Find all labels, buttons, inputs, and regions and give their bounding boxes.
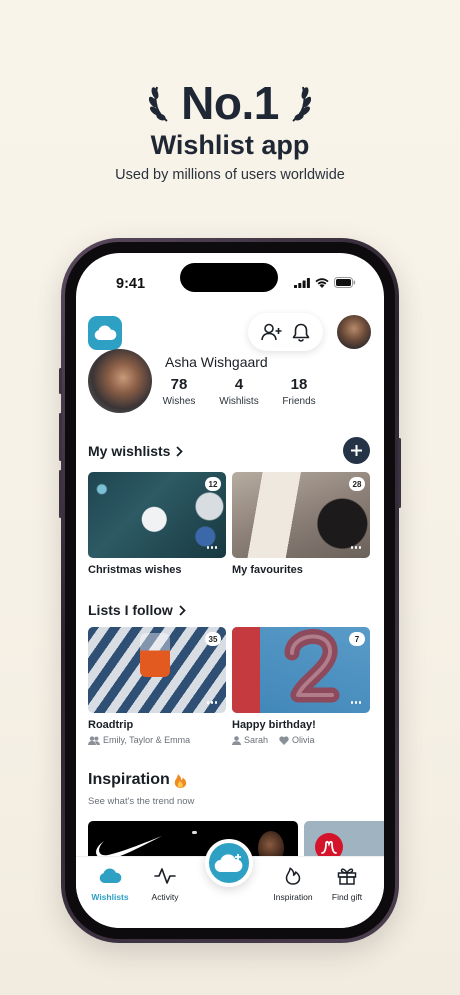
status-icons <box>294 277 356 288</box>
my-wishlists-title: My wishlists <box>88 443 171 459</box>
more-icon[interactable] <box>347 541 365 554</box>
wishlist-title: My favourites <box>232 564 303 576</box>
lists-follow-title: Lists I follow <box>88 602 173 618</box>
add-wish-button[interactable] <box>205 839 253 887</box>
status-time: 9:41 <box>116 276 146 292</box>
stat-label: Friends <box>282 396 316 407</box>
stat-wishes[interactable]: 78 Wishes <box>161 376 197 407</box>
item-count-badge: 28 <box>349 477 365 491</box>
image-detail <box>192 831 197 834</box>
wishlist-image: 12 <box>88 472 226 558</box>
fire-icon <box>174 773 186 788</box>
followed-list-card[interactable]: 7 Happy birthday! Sarah Olivia <box>232 627 370 745</box>
stat-value: 18 <box>290 376 308 393</box>
status-bar: 9:41 <box>76 253 384 299</box>
add-wishlist-button[interactable] <box>343 437 370 464</box>
more-icon[interactable] <box>203 696 221 709</box>
members-text: Emily, Taylor & Emma <box>103 735 191 745</box>
action-pill <box>248 313 323 351</box>
wishlist-title: Roadtrip <box>88 719 134 731</box>
wifi-icon <box>315 277 329 288</box>
profile-section: Asha Wishgaard 78 Wishes 4 Wishlists 18 … <box>76 349 384 419</box>
item-count-badge: 35 <box>205 632 221 646</box>
image-detail <box>232 627 260 713</box>
fire-icon <box>285 867 301 885</box>
more-icon[interactable] <box>347 696 365 709</box>
profile-picture[interactable] <box>88 349 152 413</box>
list-members: Sarah Olivia <box>232 735 370 745</box>
item-count-badge: 7 <box>349 632 365 646</box>
tab-label: Activity <box>151 892 179 902</box>
more-icon[interactable] <box>203 541 221 554</box>
lists-follow-heading[interactable]: Lists I follow <box>88 602 186 618</box>
tab-label: Find gift <box>331 892 363 902</box>
cloud-icon <box>99 868 122 883</box>
stat-friends[interactable]: 18 Friends <box>281 376 317 407</box>
phone-side-button <box>398 438 401 508</box>
inspiration-subtitle: See what's the trend now <box>88 796 195 807</box>
phone-side-button <box>59 368 62 394</box>
app-screen: 9:41 Asha Wishgaard 78 Wishes 4 Wishlist… <box>76 253 384 928</box>
tab-label: Inspiration <box>273 892 313 902</box>
wishlist-card[interactable]: 12 Christmas wishes <box>88 472 226 576</box>
laurel-right-icon <box>292 86 311 122</box>
bell-icon[interactable] <box>292 323 310 342</box>
tab-inspiration[interactable]: Inspiration <box>266 867 320 902</box>
wishlist-image: 35 <box>88 627 226 713</box>
activity-icon <box>154 868 176 884</box>
wishlist-title: Christmas wishes <box>88 564 182 576</box>
phone-side-button <box>59 470 62 518</box>
wishlist-card[interactable]: 28 My favourites <box>232 472 370 576</box>
item-count-badge: 12 <box>205 477 221 491</box>
tab-activity[interactable]: Activity <box>138 867 192 902</box>
phone-side-button <box>59 413 62 461</box>
inspiration-heading[interactable]: Inspiration <box>88 771 187 789</box>
image-detail <box>140 633 170 677</box>
wishlist-title: Happy birthday! <box>232 719 316 731</box>
gift-icon <box>337 868 357 885</box>
hero-tagline: Used by millions of users worldwide <box>115 167 345 183</box>
hero-title-row: No.1 <box>0 77 460 129</box>
tab-bar: Wishlists Activity Inspiration Find gift <box>76 839 384 928</box>
app-logo[interactable] <box>88 316 122 350</box>
cloud-icon <box>94 325 117 340</box>
group-icon <box>88 735 100 745</box>
stat-wishlists[interactable]: 4 Wishlists <box>216 376 262 407</box>
phone-frame: 9:41 Asha Wishgaard 78 Wishes 4 Wishlist… <box>59 238 401 943</box>
profile-name: Asha Wishgaard <box>165 354 268 370</box>
member-name: Olivia <box>292 735 315 745</box>
wishlist-image: 7 <box>232 627 370 713</box>
chevron-right-icon <box>179 604 186 616</box>
wishlist-image: 28 <box>232 472 370 558</box>
add-friend-icon[interactable] <box>260 323 283 341</box>
member-name: Sarah <box>244 735 269 745</box>
my-wishlists-heading[interactable]: My wishlists <box>88 443 184 459</box>
phone-bezel: 9:41 Asha Wishgaard 78 Wishes 4 Wishlist… <box>65 242 395 939</box>
laurel-left-icon <box>149 86 168 122</box>
hero-subtitle: Wishlist app <box>150 130 310 160</box>
plus-icon <box>351 445 362 456</box>
stat-value: 78 <box>170 376 188 393</box>
battery-icon <box>334 277 356 288</box>
stat-label: Wishlists <box>219 396 259 407</box>
dynamic-island <box>180 263 278 292</box>
stat-label: Wishes <box>162 396 196 407</box>
account-avatar[interactable] <box>337 315 371 349</box>
tab-label: Wishlists <box>91 892 129 902</box>
stat-value: 4 <box>234 376 244 393</box>
tab-wishlists[interactable]: Wishlists <box>83 867 137 902</box>
tab-find-gift[interactable]: Find gift <box>320 867 374 902</box>
signal-icon <box>294 277 310 288</box>
balloon-two-graphic <box>284 629 340 703</box>
chevron-right-icon <box>176 445 184 457</box>
inspiration-title: Inspiration <box>88 771 170 788</box>
followed-list-card[interactable]: 35 Roadtrip Emily, Taylor & Emma <box>88 627 226 745</box>
person-icon <box>232 735 241 745</box>
hero-title: No.1 <box>181 77 279 129</box>
lululemon-logo <box>321 840 337 854</box>
cloud-plus-icon <box>214 854 243 873</box>
hero: No.1 Wishlist app Used by millions of us… <box>0 77 460 183</box>
list-members: Emily, Taylor & Emma <box>88 735 226 745</box>
heart-icon <box>279 735 289 745</box>
